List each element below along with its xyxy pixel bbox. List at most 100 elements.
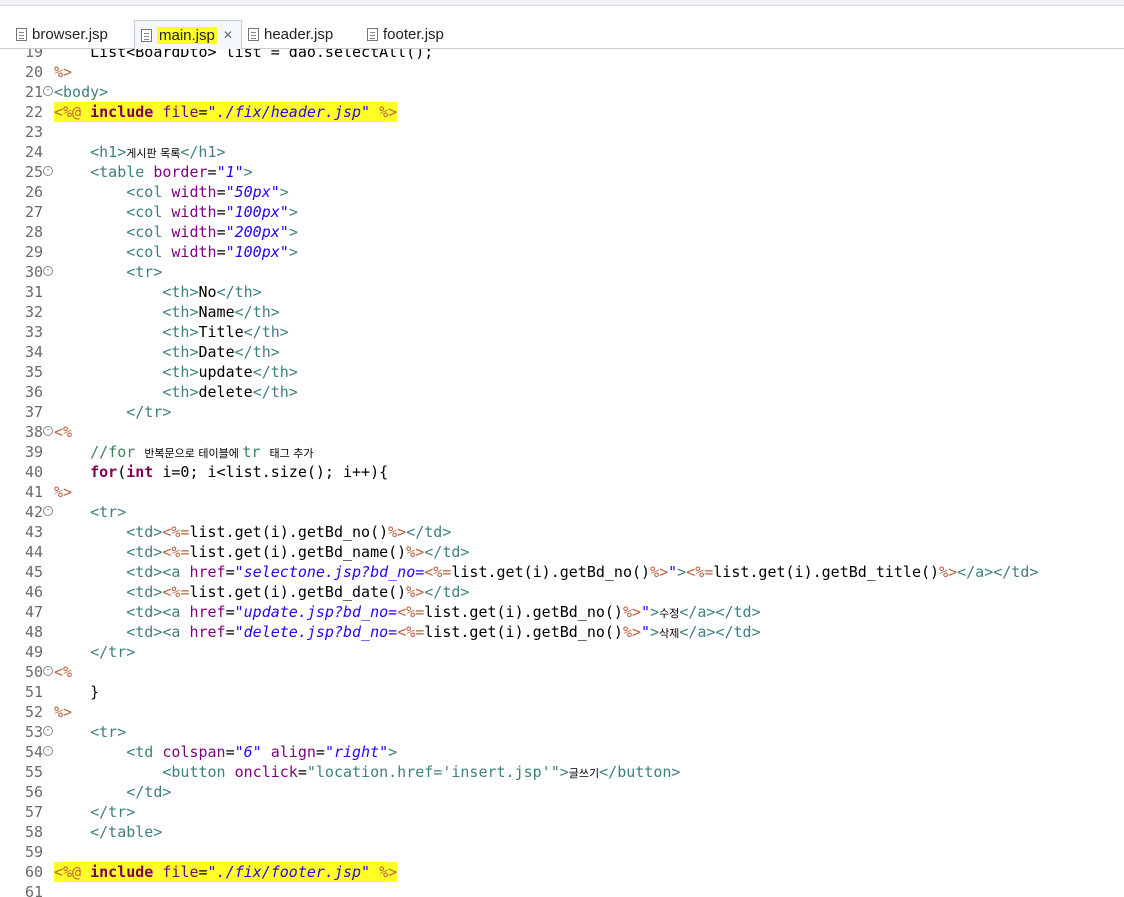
code-token: <%@ bbox=[54, 103, 91, 121]
code-text: <td><a href="delete.jsp?bd_no=<%=list.ge… bbox=[54, 622, 761, 644]
code-token: } bbox=[54, 683, 100, 701]
fold-toggle-icon[interactable] bbox=[43, 666, 53, 676]
code-token: </table> bbox=[90, 823, 163, 841]
line-number: 29 bbox=[24, 243, 43, 261]
code-token: file bbox=[162, 103, 199, 121]
code-text: %> bbox=[54, 482, 72, 502]
tab-footer[interactable]: footer.jsp bbox=[367, 20, 444, 48]
code-text: </tr> bbox=[54, 642, 135, 662]
line-number: 56 bbox=[24, 783, 43, 801]
line-number: 25 bbox=[24, 163, 43, 181]
code-token: </tr> bbox=[126, 403, 172, 421]
line-number: 49 bbox=[24, 643, 43, 661]
fold-toggle-icon[interactable] bbox=[43, 506, 53, 516]
code-line: 55 <button onclick="location.href='inser… bbox=[0, 762, 1124, 782]
tab-main[interactable]: main.jsp ✕ bbox=[134, 20, 242, 50]
code-line: 23 bbox=[0, 122, 1124, 142]
line-number: 30 bbox=[24, 263, 43, 281]
code-token: "right" bbox=[324, 743, 389, 761]
code-line: 36 <th>delete</th> bbox=[0, 382, 1124, 402]
code-token: </td> bbox=[406, 523, 452, 541]
code-line: 27 <col width="100px"> bbox=[0, 202, 1124, 222]
code-text: <body> bbox=[54, 82, 108, 102]
code-text: <td colspan="6" align="right"> bbox=[54, 742, 397, 762]
code-token: > bbox=[279, 183, 289, 201]
code-token: </a></td> bbox=[679, 603, 761, 621]
line-number: 61 bbox=[24, 883, 43, 897]
code-token: <%= bbox=[162, 523, 190, 541]
code-text: <th>No</th> bbox=[54, 282, 261, 302]
code-token: border bbox=[153, 163, 208, 181]
code-token: %> bbox=[650, 563, 669, 581]
code-token: <td> bbox=[126, 523, 163, 541]
code-token: <table bbox=[90, 163, 154, 181]
code-text: <% bbox=[54, 662, 72, 682]
code-text: <th>update</th> bbox=[54, 362, 297, 382]
file-icon bbox=[367, 27, 378, 41]
code-token: > bbox=[650, 623, 660, 641]
code-text: for(int i=0; i<list.size(); i++){ bbox=[54, 462, 388, 482]
close-icon[interactable]: ✕ bbox=[223, 28, 233, 42]
code-text: <th>Date</th> bbox=[54, 342, 280, 362]
line-number: 50 bbox=[24, 663, 43, 681]
code-line: 26 <col width="50px"> bbox=[0, 182, 1124, 202]
code-token: List<BoardDto> list = dao.selectAll(); bbox=[54, 49, 434, 61]
line-number: 20 bbox=[24, 63, 43, 81]
fold-toggle-icon[interactable] bbox=[43, 266, 53, 276]
fold-toggle-icon[interactable] bbox=[43, 726, 53, 736]
code-token: "./fix/header.jsp" bbox=[207, 103, 371, 121]
code-token: width bbox=[171, 203, 217, 221]
line-number: 40 bbox=[24, 463, 43, 481]
code-line: 35 <th>update</th> bbox=[0, 362, 1124, 382]
code-token: %> bbox=[54, 703, 73, 721]
code-line: 47 <td><a href="update.jsp?bd_no=<%=list… bbox=[0, 602, 1124, 622]
fold-toggle-icon[interactable] bbox=[43, 86, 53, 96]
line-number: 23 bbox=[24, 123, 43, 141]
code-token: i=0; i<list.size(); i++){ bbox=[153, 463, 389, 481]
line-number: 33 bbox=[24, 323, 43, 341]
code-token: </th> bbox=[234, 343, 280, 361]
code-lines: 19 List<BoardDto> list = dao.selectAll()… bbox=[0, 49, 1124, 897]
code-token: "1" bbox=[216, 163, 244, 181]
code-text: <th>delete</th> bbox=[54, 382, 297, 402]
line-number: 53 bbox=[24, 723, 43, 741]
code-editor[interactable]: 19 List<BoardDto> list = dao.selectAll()… bbox=[0, 49, 1124, 897]
file-icon bbox=[16, 27, 27, 41]
fold-toggle-icon[interactable] bbox=[43, 426, 53, 436]
code-text: <button onclick="location.href='insert.j… bbox=[54, 762, 680, 784]
code-token: <tr> bbox=[90, 723, 127, 741]
code-text: %> bbox=[54, 62, 72, 82]
code-text: <tr> bbox=[54, 262, 162, 282]
code-token: > bbox=[388, 743, 398, 761]
tab-browser[interactable]: browser.jsp bbox=[16, 20, 108, 48]
fold-toggle-icon[interactable] bbox=[43, 166, 53, 176]
tab-header[interactable]: header.jsp bbox=[248, 20, 333, 48]
code-text: <th>Name</th> bbox=[54, 302, 279, 322]
code-token: <%= bbox=[162, 583, 190, 601]
code-line: 46 <td><%=list.get(i).getBd_date()%></td… bbox=[0, 582, 1124, 602]
code-line: 39 //for 반복문으로 테이블에 tr 태그 추가 bbox=[0, 442, 1124, 462]
code-token: for bbox=[90, 463, 118, 481]
fold-toggle-icon[interactable] bbox=[43, 746, 53, 756]
code-token: </a></td> bbox=[679, 623, 761, 641]
code-line: 40 for(int i=0; i<list.size(); i++){ bbox=[0, 462, 1124, 482]
line-number: 21 bbox=[24, 83, 43, 101]
code-token: = bbox=[216, 223, 226, 241]
code-line: 34 <th>Date</th> bbox=[0, 342, 1124, 362]
code-token: list.get(i).getBd_no() bbox=[424, 603, 623, 621]
line-number: 19 bbox=[24, 49, 43, 61]
code-text: } bbox=[54, 682, 99, 702]
code-text: //for 반복문으로 테이블에 tr 태그 추가 bbox=[54, 442, 313, 464]
code-token: "update.jsp?bd_no= bbox=[234, 603, 398, 621]
code-line: 59 bbox=[0, 842, 1124, 862]
